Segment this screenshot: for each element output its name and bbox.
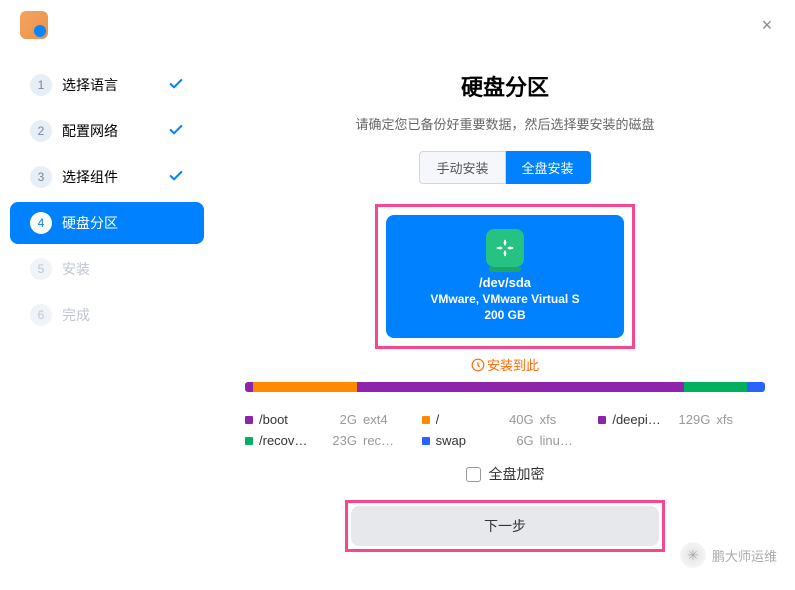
highlight-next-button: 下一步: [345, 500, 665, 552]
legend-mount: /deepi…: [612, 412, 672, 427]
disk-size: 200 GB: [396, 308, 614, 322]
check-icon: [168, 76, 184, 95]
legend-fs: ext4: [363, 412, 388, 427]
step-disk-partition[interactable]: 4 硬盘分区: [10, 202, 204, 244]
legend-item: /boot 2G ext4: [245, 412, 412, 427]
partition-segment: [357, 382, 685, 392]
partition-legend: /boot 2G ext4 / 40G xfs /deepi… 129G xfs…: [245, 412, 765, 448]
install-here-label: 安装到此: [245, 355, 765, 374]
legend-swatch: [422, 416, 430, 424]
legend-mount: /: [436, 412, 496, 427]
legend-size: 40G: [502, 412, 534, 427]
installer-steps-sidebar: 1 选择语言 2 配置网络 3 选择组件 4 硬盘分区 5 安装 6 完成: [0, 50, 215, 590]
encrypt-label: 全盘加密: [489, 464, 545, 484]
legend-item: swap 6G linu…: [422, 433, 589, 448]
highlight-disk-selection: /dev/sda VMware, VMware Virtual S 200 GB: [375, 204, 635, 349]
partition-segment: [747, 382, 765, 392]
step-number: 2: [30, 120, 52, 142]
step-label: 安装: [62, 259, 90, 279]
legend-fs: xfs: [716, 412, 733, 427]
legend-swatch: [245, 416, 253, 424]
close-button[interactable]: ×: [759, 17, 775, 33]
step-install: 5 安装: [10, 248, 204, 290]
disk-model: VMware, VMware Virtual S: [396, 292, 614, 306]
legend-size: 129G: [678, 412, 710, 427]
partition-segment: [245, 382, 253, 392]
step-select-components[interactable]: 3 选择组件: [10, 156, 204, 198]
page-title: 硬盘分区: [245, 70, 765, 102]
legend-swatch: [245, 437, 253, 445]
step-label: 配置网络: [62, 121, 118, 141]
app-icon: [20, 11, 48, 39]
legend-mount: swap: [436, 433, 496, 448]
legend-item: /deepi… 129G xfs: [598, 412, 765, 427]
watermark: ✳ 鹏大师运维: [680, 542, 777, 568]
legend-size: 23G: [325, 433, 357, 448]
legend-mount: /boot: [259, 412, 319, 427]
legend-size: 6G: [502, 433, 534, 448]
step-label: 完成: [62, 305, 90, 325]
step-finish: 6 完成: [10, 294, 204, 336]
page-subtitle: 请确定您已备份好重要数据，然后选择要安装的磁盘: [245, 114, 765, 133]
legend-item: / 40G xfs: [422, 412, 589, 427]
legend-fs: xfs: [540, 412, 557, 427]
full-disk-encrypt-row[interactable]: 全盘加密: [245, 464, 765, 484]
disk-icon: [486, 229, 524, 267]
legend-swatch: [598, 416, 606, 424]
step-select-language[interactable]: 1 选择语言: [10, 64, 204, 106]
next-button[interactable]: 下一步: [351, 506, 659, 546]
step-number: 6: [30, 304, 52, 326]
tab-manual-install[interactable]: 手动安装: [419, 151, 505, 184]
step-label: 选择语言: [62, 75, 118, 95]
install-mode-tabs: 手动安装 全盘安装: [245, 151, 765, 184]
step-number: 1: [30, 74, 52, 96]
legend-fs: rec…: [363, 433, 394, 448]
legend-mount: /recov…: [259, 433, 319, 448]
disk-card[interactable]: /dev/sda VMware, VMware Virtual S 200 GB: [386, 215, 624, 338]
check-icon: [168, 168, 184, 187]
step-label: 硬盘分区: [62, 213, 118, 233]
disk-device-path: /dev/sda: [396, 275, 614, 290]
tab-full-disk-install[interactable]: 全盘安装: [506, 151, 591, 184]
step-label: 选择组件: [62, 167, 118, 187]
partition-usage-bar: [245, 382, 765, 392]
step-number: 5: [30, 258, 52, 280]
legend-fs: linu…: [540, 433, 573, 448]
check-icon: [168, 122, 184, 141]
main-panel: 硬盘分区 请确定您已备份好重要数据，然后选择要安装的磁盘 手动安装 全盘安装 /…: [215, 50, 795, 590]
step-configure-network[interactable]: 2 配置网络: [10, 110, 204, 152]
partition-segment: [253, 382, 357, 392]
partition-segment: [684, 382, 746, 392]
wechat-icon: ✳: [680, 542, 706, 568]
step-number: 3: [30, 166, 52, 188]
legend-swatch: [422, 437, 430, 445]
encrypt-checkbox[interactable]: [466, 467, 481, 482]
step-number: 4: [30, 212, 52, 234]
legend-size: 2G: [325, 412, 357, 427]
legend-item: /recov… 23G rec…: [245, 433, 412, 448]
